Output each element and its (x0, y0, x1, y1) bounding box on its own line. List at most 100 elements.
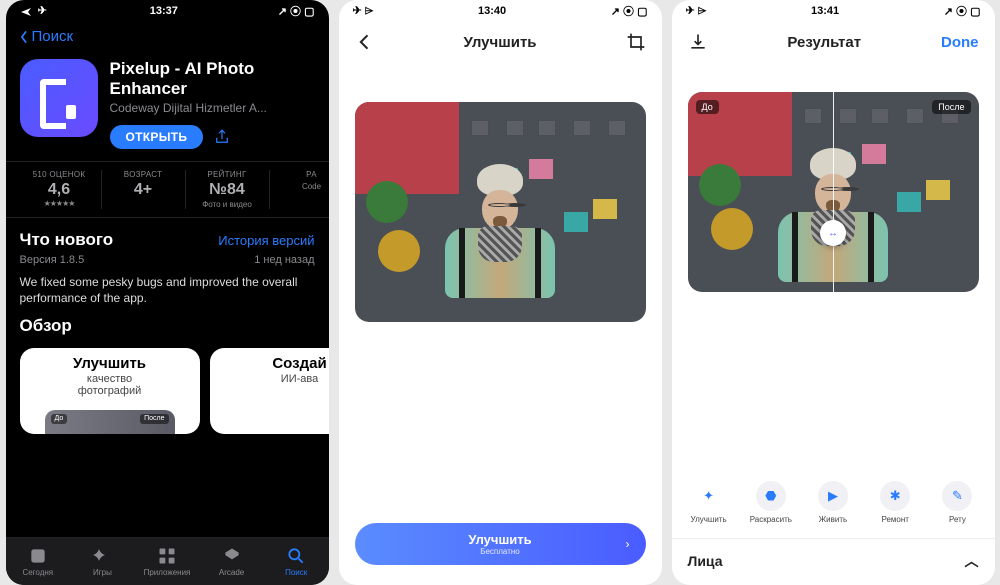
compare-preview[interactable]: ↔ До После (672, 92, 995, 292)
back-label: Поиск (32, 28, 74, 45)
chevron-right-icon: › (626, 537, 630, 551)
sparkle-icon: ✦ (694, 481, 724, 511)
stars-icon: ★★★★★ (44, 199, 75, 208)
card-title: Создай (220, 356, 329, 373)
card-sub: фотографий (78, 385, 142, 397)
repair-icon: ✱ (880, 481, 910, 511)
metric-extra: РА Code (270, 170, 329, 209)
palette-icon: ⬣ (756, 481, 786, 511)
status-right: ↗ ⦿ ▢ (944, 3, 981, 19)
compare-divider[interactable] (833, 92, 834, 292)
whats-new-title: Что нового (20, 230, 114, 250)
retouch-icon: ✎ (942, 481, 972, 511)
after-tag: После (140, 414, 168, 424)
ago-label: 1 нед назад (254, 254, 314, 266)
cta-title: Улучшить (468, 532, 531, 547)
enhance-button[interactable]: Улучшить Бесплатно › (355, 523, 646, 565)
metric-sub: Code (302, 182, 321, 191)
tab-apps[interactable]: Приложения (135, 538, 200, 585)
whats-new-section: Что нового История версий Версия 1.8.5 1… (6, 218, 329, 312)
app-header: Pixelup - AI Photo Enhancer Codeway Diji… (6, 51, 329, 161)
before-tag: До (51, 414, 68, 424)
tab-label: Сегодня (22, 568, 53, 577)
cta-subtitle: Бесплатно (480, 547, 520, 556)
tab-search[interactable]: Поиск (264, 538, 329, 585)
version-history-link[interactable]: История версий (218, 233, 314, 248)
back-icon[interactable] (355, 32, 375, 52)
enhance-screen: ✈︎ ⌲ 13:40 ↗ ⦿ ▢ Улучшить Улучшить Беспл… (339, 0, 662, 585)
action-retouch[interactable]: ✎Рету (926, 481, 988, 524)
before-badge: До (696, 100, 719, 114)
metric-ratings: 510 ОЦЕНОК 4,6 ★★★★★ (18, 170, 102, 209)
promo-card[interactable]: Улучшить качествофотографий До После (20, 348, 200, 434)
status-time: 13:40 (478, 5, 506, 17)
tab-games[interactable]: Игры (70, 538, 135, 585)
share-icon[interactable] (213, 128, 231, 146)
action-enhance[interactable]: ✦ Улучшить (678, 481, 740, 524)
metric-label: РЕЙТИНГ (207, 170, 246, 179)
status-bar: ✈︎ 13:37 ↗ ⦿ ▢ (6, 0, 329, 22)
card-title: Улучшить (30, 356, 190, 373)
developer-label[interactable]: Codeway Dijital Hizmetler A... (110, 101, 315, 115)
after-badge: После (932, 100, 970, 114)
screen-title: Улучшить (463, 34, 536, 51)
metric-label: РА (306, 170, 317, 179)
status-right: ↗ ⦿ ▢ (278, 3, 315, 19)
compare-handle-icon[interactable]: ↔ (820, 220, 846, 246)
tab-bar: Сегодня Игры Приложения Arcade Поиск (6, 537, 329, 585)
result-screen: ✈︎ ⌲ 13:41 ↗ ⦿ ▢ Результат Done ↔ До Пос… (672, 0, 995, 585)
back-button[interactable]: Поиск (6, 22, 329, 51)
open-button[interactable]: ОТКРЫТЬ (110, 125, 204, 149)
app-icon (20, 59, 98, 137)
crop-icon[interactable] (626, 32, 646, 52)
action-label: Живить (819, 515, 847, 524)
app-title: Pixelup - AI Photo Enhancer (110, 59, 315, 100)
card-sub: качество (87, 373, 132, 385)
status-bar: ✈︎ ⌲ 13:40 ↗ ⦿ ▢ (339, 0, 662, 22)
version-label: Версия 1.8.5 (20, 254, 85, 266)
metrics-row[interactable]: 510 ОЦЕНОК 4,6 ★★★★★ ВОЗРАСТ 4+ РЕЙТИНГ … (6, 161, 329, 218)
tab-label: Поиск (285, 568, 307, 577)
metric-label: ВОЗРАСТ (124, 170, 163, 179)
download-icon[interactable] (688, 32, 708, 52)
metric-value: 4+ (134, 181, 152, 199)
metric-rank: РЕЙТИНГ №84 Фото и видео (186, 170, 270, 209)
tab-label: Игры (93, 568, 112, 577)
promo-card[interactable]: Создай ИИ-ава (210, 348, 329, 434)
status-left: ✈︎ (20, 4, 50, 17)
preview-cards[interactable]: Улучшить качествофотографий До После Созд… (6, 340, 329, 434)
appstore-screen: ✈︎ 13:37 ↗ ⦿ ▢ Поиск Pixelup - AI Photo … (6, 0, 329, 585)
faces-label: Лица (688, 553, 723, 569)
action-animate[interactable]: ▶ Живить (802, 481, 864, 524)
status-bar: ✈︎ ⌲ 13:41 ↗ ⦿ ▢ (672, 0, 995, 22)
done-button[interactable]: Done (941, 34, 979, 51)
preview-title: Обзор (20, 316, 315, 336)
metric-value: №84 (209, 181, 245, 199)
action-repair[interactable]: ✱ Ремонт (864, 481, 926, 524)
tab-today[interactable]: Сегодня (6, 538, 71, 585)
faces-panel[interactable]: Лица ︿ (672, 538, 995, 585)
tab-arcade[interactable]: Arcade (199, 538, 264, 585)
screen-title: Результат (787, 34, 861, 51)
metric-age: ВОЗРАСТ 4+ (102, 170, 186, 209)
photo-preview[interactable] (339, 102, 662, 322)
top-bar: Результат Done (672, 22, 995, 62)
status-right: ↗ ⦿ ▢ (611, 3, 648, 19)
person-figure (445, 164, 555, 298)
action-label: Улучшить (691, 515, 727, 524)
card-sub: ИИ-ава (220, 373, 329, 385)
action-colorize[interactable]: ⬣ Раскрасить (740, 481, 802, 524)
metric-label: 510 ОЦЕНОК (33, 170, 86, 179)
changelog-text: We fixed some pesky bugs and improved th… (20, 274, 315, 306)
action-label: Ремонт (881, 515, 908, 524)
chevron-up-icon: ︿ (965, 551, 979, 571)
status-left: ✈︎ ⌲ (686, 4, 707, 18)
action-label: Раскрасить (750, 515, 792, 524)
top-bar: Улучшить (339, 22, 662, 62)
play-icon: ▶ (818, 481, 848, 511)
metric-value: 4,6 (48, 181, 70, 199)
status-left: ✈︎ ⌲ (353, 4, 374, 18)
status-time: 13:37 (150, 5, 178, 17)
status-time: 13:41 (811, 5, 839, 17)
action-row: ✦ Улучшить ⬣ Раскрасить ▶ Живить ✱ Ремонт ✎Р… (672, 471, 995, 538)
